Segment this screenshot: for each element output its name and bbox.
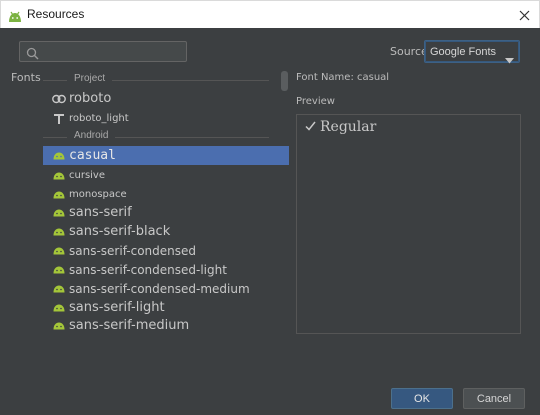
search-field[interactable] [19,41,187,62]
fonts-label: Fonts [11,71,41,84]
list-scrollbar-thumb[interactable] [281,71,288,91]
group-header-project: Project [43,73,289,87]
android-icon [52,244,66,258]
list-item-label: sans-serif [69,205,132,220]
android-icon [52,319,66,333]
list-item-sans-serif[interactable]: sans-serif [43,203,289,222]
window-title: Resources [27,7,85,21]
text-t-icon [52,112,66,126]
dropdown-arrow-icon [505,49,514,68]
search-icon [26,45,39,64]
list-item-sans-serif-condensed[interactable]: sans-serif-condensed [43,241,289,260]
list-item-label: sans-serif-condensed-medium [69,281,250,296]
list-item-label: sans-serif-light [69,300,165,315]
list-item-casual[interactable]: casual [43,146,289,165]
list-item-label: sans-serif-medium [69,318,190,333]
list-item-label: casual [69,148,116,163]
group-label-android: Android [67,130,116,141]
android-icon [8,8,22,27]
search-input[interactable] [42,43,182,60]
list-item-label: roboto_light [69,113,129,124]
android-icon [52,188,66,202]
title-bar: Resources [0,0,540,28]
android-icon [52,282,66,296]
list-item-label: cursive [69,170,106,181]
preview-label: Preview [296,96,335,107]
checkmark-icon [305,119,316,135]
list-item-sans-serif-condensed-light[interactable]: sans-serif-condensed-light [43,260,289,279]
list-item-sans-serif-medium[interactable]: sans-serif-medium [43,316,289,335]
list-item-label: monospace [69,189,127,200]
group-label-project: Project [67,73,113,84]
list-item-cursive[interactable]: cursive [43,166,289,185]
android-icon [52,206,66,220]
list-item-label: sans-serif-black [69,224,171,239]
list-item-roboto-light[interactable]: roboto_light [43,109,289,128]
android-icon [52,263,66,277]
android-icon [52,301,66,315]
list-item-label: roboto [69,91,112,106]
list-item-sans-serif-condensed-medium[interactable]: sans-serif-condensed-medium [43,279,289,298]
link-icon [52,92,66,106]
list-item-monospace[interactable]: monospace [43,185,289,204]
source-dropdown[interactable]: Google Fonts [424,40,520,64]
close-icon[interactable] [513,4,535,26]
android-icon [52,149,66,163]
list-item-sans-serif-black[interactable]: sans-serif-black [43,222,289,241]
group-header-android: Android [43,130,289,144]
source-selected-value: Google Fonts [430,46,497,58]
preview-item-regular[interactable]: Regular [305,119,376,135]
font-name-label: Font Name: casual [296,72,390,83]
list-item-label: sans-serif-condensed [69,243,196,258]
list-item-roboto[interactable]: roboto [43,89,289,108]
preview-item-label: Regular [320,119,377,135]
android-icon [52,169,66,183]
list-item-label: sans-serif-condensed-light [69,262,227,277]
list-item-sans-serif-light[interactable]: sans-serif-light [43,298,289,317]
preview-panel: Regular [296,114,521,334]
android-icon [52,225,66,239]
cancel-button[interactable]: Cancel [463,388,525,409]
ok-button[interactable]: OK [391,388,453,409]
font-list[interactable]: Project roboto roboto_light Android casu… [43,70,289,335]
